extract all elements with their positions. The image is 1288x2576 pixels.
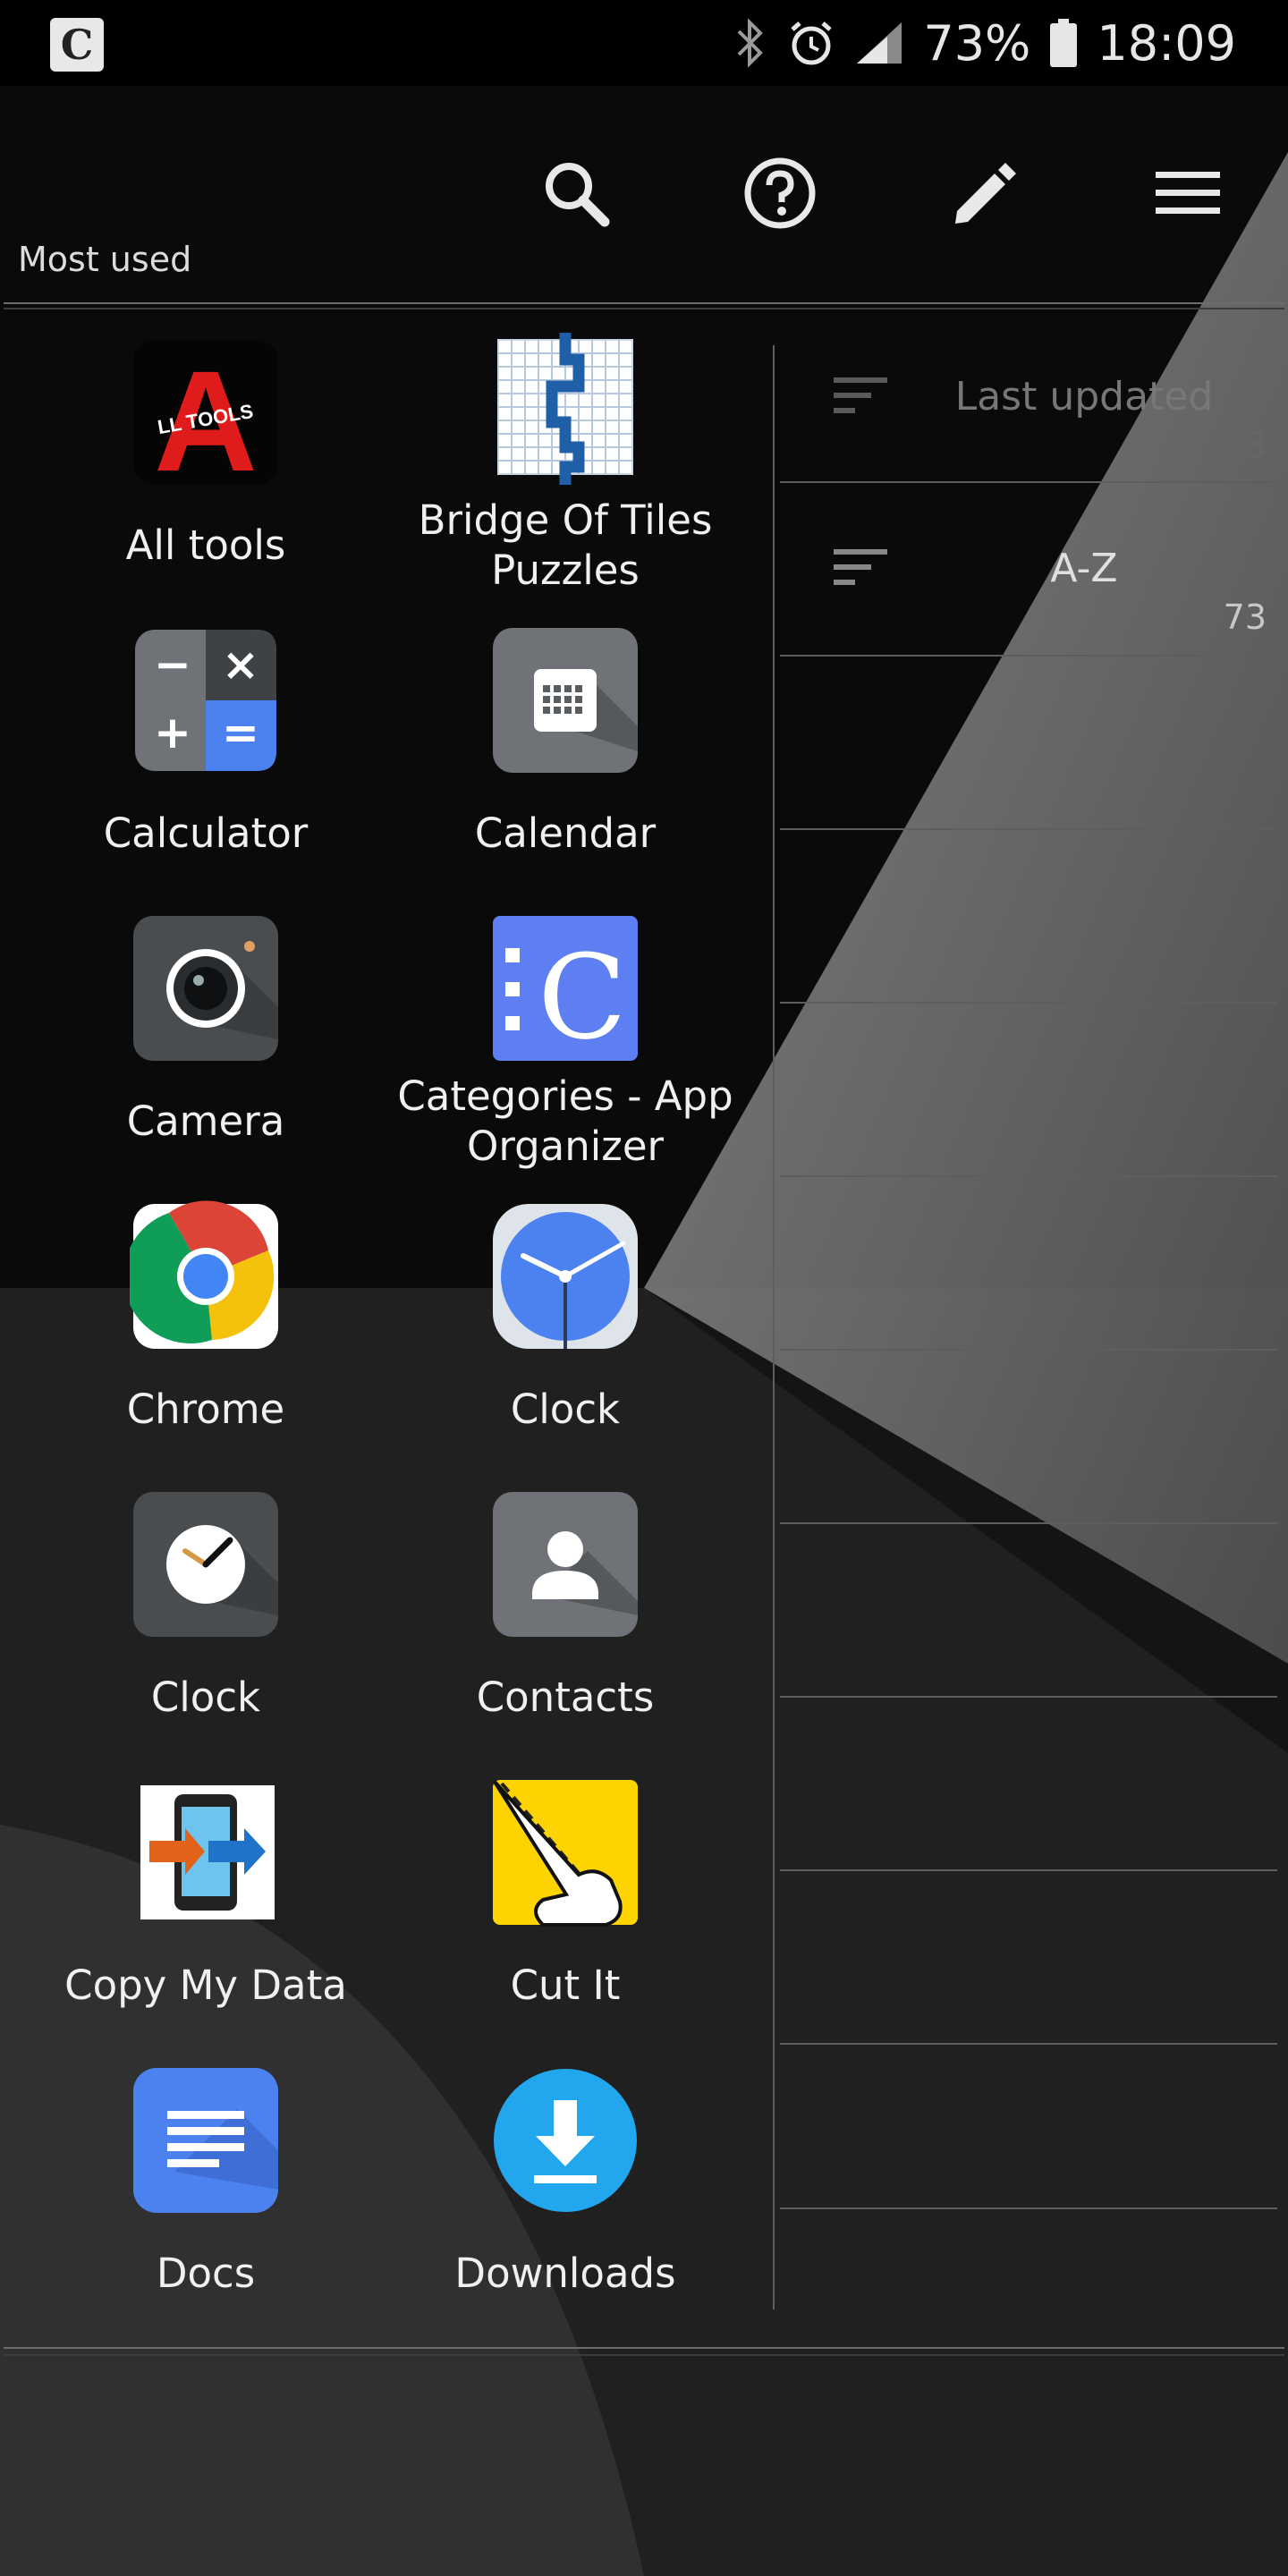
sort-count: 73	[1223, 597, 1267, 637]
app-label: Contacts	[476, 1674, 655, 1721]
sort-item-a-z[interactable]: A-Z 73	[780, 485, 1281, 657]
clock-time: 18:09	[1097, 14, 1236, 72]
sort-divider	[780, 1522, 1277, 1524]
app-item-cut-it[interactable]: Cut It	[386, 1753, 744, 2041]
app-label: Downloads	[454, 2250, 676, 2297]
pencil-icon	[955, 163, 1016, 224]
edit-button[interactable]	[939, 148, 1029, 238]
app-label: Cut It	[510, 1962, 621, 2009]
search-icon	[546, 163, 610, 227]
help-button[interactable]	[735, 148, 825, 238]
sort-icon	[834, 377, 887, 413]
sort-divider	[780, 2207, 1277, 2209]
app-item-chrome[interactable]: Chrome	[27, 1177, 385, 1465]
sort-icon	[834, 549, 887, 585]
clock-icon	[493, 1204, 638, 1349]
search-button[interactable]	[531, 148, 621, 238]
app-item-downloads[interactable]: Downloads	[386, 2041, 744, 2329]
status-indicators: 73% 18:09	[732, 0, 1236, 86]
battery-percent: 73%	[923, 14, 1031, 72]
battery-icon	[1050, 19, 1078, 67]
all-tools-icon: A LL TOOLS	[133, 340, 278, 488]
sort-divider	[780, 1175, 1277, 1177]
app-item-docs[interactable]: Docs	[27, 2041, 385, 2329]
app-item-clock[interactable]: Clock	[386, 1177, 744, 1465]
sort-item-last-updated[interactable]: Last updated 73	[780, 313, 1281, 485]
sort-label: A-Z	[1050, 546, 1118, 591]
app-label: Copy My Data	[64, 1962, 347, 2009]
app-label: Clock	[150, 1674, 261, 1721]
sort-divider	[780, 655, 1277, 657]
app-item-clock-dark[interactable]: Clock	[27, 1465, 385, 1753]
bluetooth-icon	[732, 19, 767, 67]
sort-divider	[780, 1869, 1277, 1871]
sort-divider	[780, 481, 1277, 483]
bridge-of-tiles-icon	[497, 333, 633, 485]
svg-text:−: −	[154, 639, 191, 691]
sort-label: Last updated	[954, 374, 1214, 419]
sort-divider	[780, 828, 1277, 830]
app-item-camera[interactable]: Camera	[27, 889, 385, 1177]
column-divider	[773, 345, 775, 2309]
top-divider	[4, 302, 1284, 304]
svg-text:×: ×	[222, 639, 259, 691]
app-label: Calendar	[474, 809, 657, 857]
app-label: Camera	[126, 1097, 285, 1145]
svg-text:C: C	[538, 929, 626, 1064]
docs-icon	[133, 2068, 278, 2213]
downloads-icon	[494, 2069, 637, 2212]
app-item-bridge-of-tiles[interactable]: Bridge Of Tiles Puzzles	[386, 313, 744, 601]
categories-icon: C	[493, 916, 638, 1064]
sort-count: 73	[1223, 426, 1267, 465]
app-label: All tools	[125, 521, 286, 569]
menu-button[interactable]	[1143, 148, 1233, 238]
help-icon	[744, 157, 816, 229]
toolbar: Most used	[0, 86, 1288, 292]
camera-icon	[133, 916, 278, 1061]
sort-divider	[780, 1002, 1277, 1004]
section-label: Most used	[18, 240, 192, 279]
logo-letter: C	[60, 21, 94, 69]
app-item-calculator[interactable]: − × + = Calculator	[27, 601, 385, 889]
calendar-icon	[493, 628, 638, 773]
app-item-all-tools[interactable]: A LL TOOLS All tools	[27, 313, 385, 601]
calculator-icon: − × + =	[135, 630, 276, 771]
app-drawer-screen: C 73% 18:09 Most used A LL TOOLS All too…	[0, 0, 1288, 2576]
app-item-copy-my-data[interactable]: Copy My Data	[27, 1753, 385, 2041]
app-item-categories[interactable]: C Categories - App Organizer	[386, 889, 744, 1177]
copy-my-data-icon	[140, 1785, 275, 1919]
app-item-contacts[interactable]: Contacts	[386, 1465, 744, 1753]
app-item-calendar[interactable]: Calendar	[386, 601, 744, 889]
sort-divider	[780, 1696, 1277, 1698]
app-grid: A LL TOOLS All tools Bridge Of Tiles Puz…	[0, 313, 769, 2317]
clock-dark-icon	[133, 1492, 278, 1637]
svg-text:+: +	[154, 707, 191, 758]
app-label: Docs	[156, 2250, 256, 2297]
categories-notification-icon: C	[50, 18, 104, 72]
sort-divider	[780, 2043, 1277, 2045]
svg-text:=: =	[222, 707, 259, 758]
cut-it-icon	[493, 1780, 638, 1927]
sort-divider	[780, 1349, 1277, 1351]
signal-icon	[855, 21, 903, 65]
bottom-divider	[4, 2347, 1284, 2349]
contacts-icon	[493, 1492, 638, 1637]
app-label: Calculator	[103, 809, 309, 857]
chrome-icon	[130, 1200, 278, 1349]
alarm-icon	[787, 19, 835, 67]
status-bar: C 73% 18:09	[0, 0, 1288, 86]
bottom-divider-inner	[4, 2354, 1284, 2356]
app-label: Clock	[510, 1385, 621, 1433]
app-label: Categories - App Organizer	[397, 1072, 733, 1170]
app-label: Chrome	[126, 1385, 285, 1433]
app-label-text: Bridge Of Tiles Puzzles	[418, 496, 713, 594]
top-divider-inner	[4, 308, 1284, 309]
hamburger-menu-icon	[1156, 172, 1220, 214]
app-label: Bridge Of Tiles Puzzles	[386, 496, 744, 596]
